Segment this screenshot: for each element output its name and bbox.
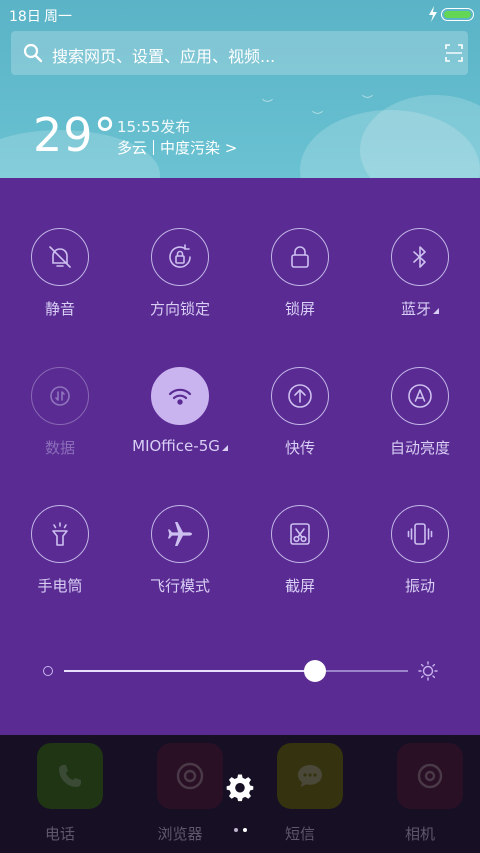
dock-app-camera[interactable]: 相机 [360,735,480,853]
page-dot [234,828,238,832]
toggle-quick-transfer[interactable]: 快传 [240,367,360,477]
status-date: 18日 [9,9,41,25]
bell-off-icon [49,246,71,268]
toggle-label-text: 蓝牙 [400,300,431,318]
bird-decoration: ︶ [362,94,373,107]
search-bar[interactable]: 搜索网页、设置、应用、视频... [11,31,468,75]
app-label: 短信 [284,825,315,843]
toggle-label: MIOffice-5G [110,437,250,455]
app-label: 浏览器 [157,825,203,843]
bird-decoration: ︶ [262,98,273,111]
toggle-circle [391,505,449,563]
battery-fill [444,11,471,18]
toggle-rotation-lock[interactable]: 方向锁定 [120,228,240,338]
dock-app-messages[interactable]: 短信 [240,735,360,853]
toggle-airplane-mode[interactable]: 飞行模式 [120,505,240,615]
app-icon [277,743,343,809]
charging-icon [429,6,437,22]
weather-temperature[interactable]: 29° [33,108,118,162]
vibrate-icon [407,523,433,545]
browser-icon [176,762,204,790]
toggle-circle [271,228,329,286]
flashlight-icon [52,522,68,546]
lock-icon [291,246,309,268]
cloud-decoration [360,95,480,178]
camera-icon [417,763,443,789]
dock-app-phone[interactable]: 电话 [0,735,120,853]
toggle-label: 方向锁定 [149,300,210,318]
notification-header: ︶ ︶ ︶ 18日 周一 搜索网页、设置、应用、视频... 29° 15:55发… [0,0,480,178]
toggle-circle [151,505,209,563]
quick-settings-panel: 静音 方向锁定 锁屏 蓝牙 数据 MIOffice-5G 快传 自动亮度 手电筒… [0,178,480,735]
mobile-data-icon [50,386,70,406]
toggle-label: 静音 [44,300,75,318]
toggle-label: 截屏 [284,577,315,595]
toggle-circle [151,228,209,286]
bird-decoration: ︶ [312,110,323,123]
screenshot-icon [290,523,310,545]
brightness-high-icon [418,661,438,681]
toggle-circle [271,367,329,425]
divider [153,140,155,155]
airplane-icon [168,522,192,546]
toggle-label: 快传 [284,439,315,457]
toggle-circle [391,367,449,425]
toggle-mute[interactable]: 静音 [0,228,120,338]
more-indicator-icon [221,445,228,451]
app-icon [37,743,103,809]
toggle-lock-screen[interactable]: 锁屏 [240,228,360,338]
auto-brightness-icon [408,384,432,408]
more-indicator-icon [433,308,439,314]
toggle-circle [151,367,209,425]
rotation-lock-icon [169,244,191,268]
message-icon [298,765,322,787]
toggle-circle [391,228,449,286]
scan-icon[interactable] [444,43,464,63]
status-weekday: 周一 [44,9,72,25]
toggle-flashlight[interactable]: 手电筒 [0,505,120,615]
toggle-label: 自动亮度 [389,439,450,457]
toggle-circle [31,505,89,563]
app-label: 电话 [44,825,75,843]
bluetooth-icon [413,246,426,268]
gear-icon[interactable] [226,774,254,802]
brightness-low-icon [43,666,53,676]
toggle-label: 振动 [404,577,435,595]
toggle-label-text: MIOffice-5G [132,437,220,455]
page-indicator [232,828,252,834]
toggle-vibrate[interactable]: 振动 [360,505,480,615]
battery-icon [441,8,474,21]
toggle-bluetooth[interactable]: 蓝牙 [360,228,480,338]
status-bar: 18日 周一 [0,0,480,28]
toggle-auto-brightness[interactable]: 自动亮度 [360,367,480,477]
page-dot-active [243,828,247,832]
toggle-label: 飞行模式 [149,577,210,595]
transfer-icon [288,384,312,408]
weather-condition: 多云 [117,139,148,157]
app-icon [157,743,223,809]
toggle-screenshot[interactable]: 截屏 [240,505,360,615]
toggle-circle [31,228,89,286]
brightness-slider-thumb[interactable] [304,660,327,682]
weather-pollution: 中度污染 > [160,139,238,157]
phone-icon [59,765,81,787]
dock-app-browser[interactable]: 浏览器 [120,735,240,853]
toggle-label: 蓝牙 [360,298,480,319]
toggle-wifi[interactable]: MIOffice-5G [120,367,240,477]
toggle-circle [271,505,329,563]
wifi-icon [168,388,192,405]
toggle-label: 数据 [44,439,75,457]
toggle-label: 锁屏 [284,300,315,318]
toggle-circle [31,367,89,425]
toggle-mobile-data[interactable]: 数据 [0,367,120,477]
brightness-slider-fill [64,670,316,672]
weather-description[interactable]: 多云 中度污染 > [117,137,237,158]
app-icon [397,743,463,809]
weather-publish-time: 15:55发布 [117,118,191,136]
app-label: 相机 [404,825,435,843]
toggle-label: 手电筒 [37,577,83,595]
search-icon [23,43,43,63]
search-placeholder: 搜索网页、设置、应用、视频... [52,47,276,66]
